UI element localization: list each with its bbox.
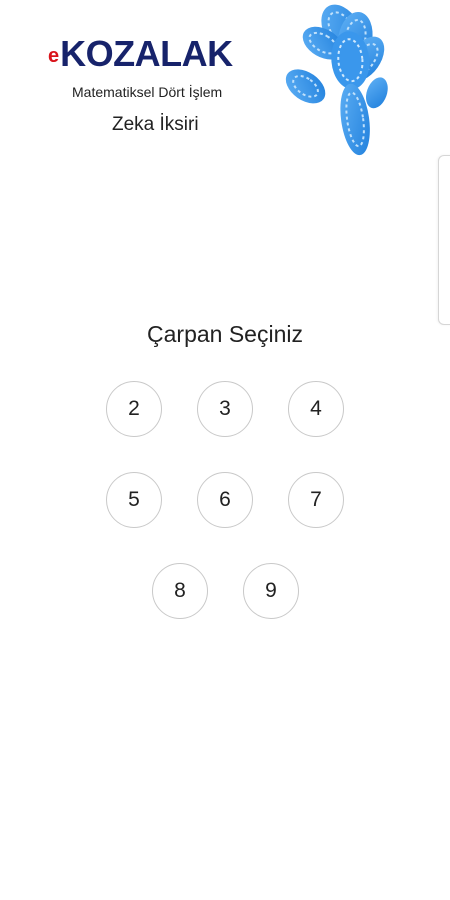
logo-subtitle: Matematiksel Dört İşlem	[72, 84, 223, 100]
multiplier-button-4[interactable]: 4	[288, 381, 344, 437]
logo-name: KOZALAK	[60, 33, 233, 74]
multiplier-button-2[interactable]: 2	[106, 381, 162, 437]
logo-prefix: e	[48, 45, 60, 67]
page-title: Çarpan Seçiniz	[147, 321, 303, 347]
multiplier-button-9[interactable]: 9	[243, 563, 299, 619]
app-logo: eKOZALAK Matematiksel Dört İşlem Zeka İk…	[48, 36, 258, 146]
pine-cone-icon	[285, 4, 388, 156]
multiplier-button-8[interactable]: 8	[152, 563, 208, 619]
multiplier-button-3[interactable]: 3	[197, 381, 253, 437]
multiplier-button-5[interactable]: 5	[106, 472, 162, 528]
side-drawer-handle[interactable]	[438, 155, 450, 325]
multiplier-button-6[interactable]: 6	[197, 472, 253, 528]
logo-wordmark: eKOZALAK	[48, 36, 233, 72]
multiplier-button-7[interactable]: 7	[288, 472, 344, 528]
logo-tagline: Zeka İksiri	[112, 114, 199, 135]
